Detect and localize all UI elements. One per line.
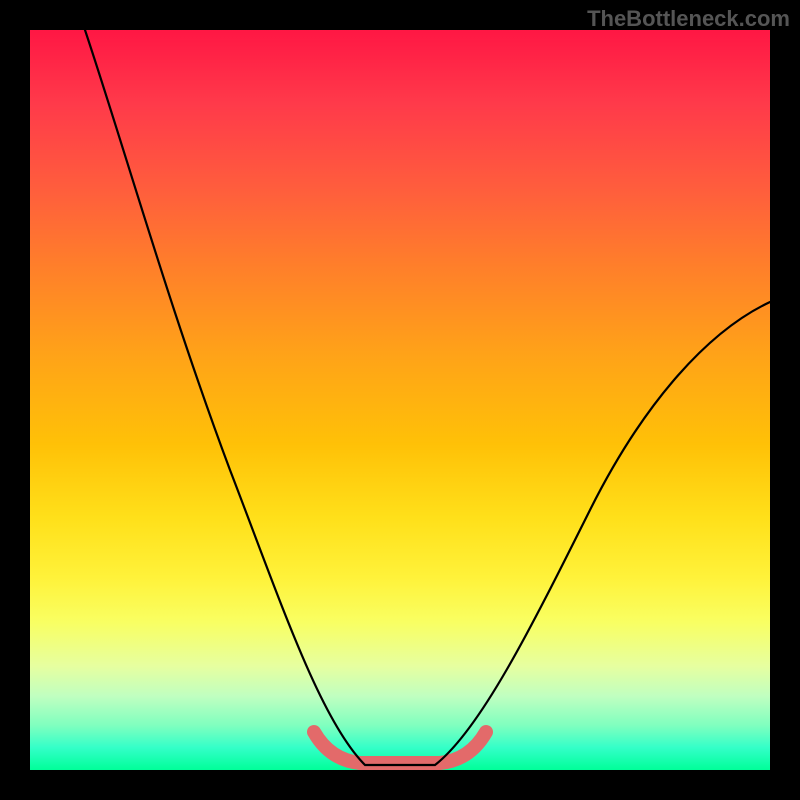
chart-frame: TheBottleneck.com [0,0,800,800]
plot-area [30,30,770,770]
watermark-text: TheBottleneck.com [587,6,790,32]
bottleneck-curve-svg [30,30,770,770]
highlight-min-region [314,732,486,763]
curve-line [85,30,770,765]
